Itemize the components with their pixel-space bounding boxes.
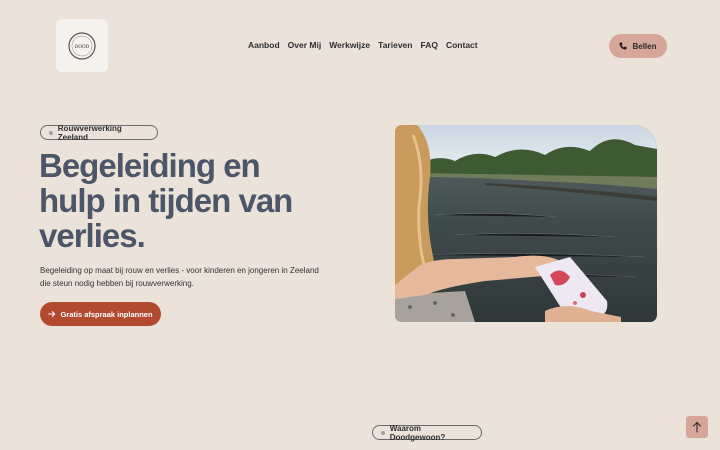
book-appointment-label: Gratis afspraak inplannen [60, 309, 153, 319]
book-appointment-button[interactable]: Gratis afspraak inplannen [40, 302, 161, 326]
nav-item-werkwijze[interactable]: Werkwijze [329, 40, 370, 50]
logo-emblem-icon: DOOD [68, 31, 96, 60]
call-button[interactable]: Bellen [609, 34, 667, 58]
nav-item-contact[interactable]: Contact [446, 40, 478, 50]
hero-subtext: Begeleiding op maat bij rouw en verlies … [40, 266, 319, 288]
hero-badge: Rouwverwerking Zeeland [40, 123, 158, 142]
section-badge: Waarom Doodgewoon? [372, 423, 482, 442]
logo[interactable]: DOOD [56, 19, 108, 72]
arrow-right-icon [48, 311, 56, 317]
nav-item-faq[interactable]: FAQ [420, 40, 437, 50]
hero-headline: Begeleiding en hulp in tijden van verlie… [39, 147, 293, 254]
phone-icon [619, 42, 627, 50]
svg-text:DOOD: DOOD [75, 45, 90, 50]
arrow-up-icon [692, 421, 702, 433]
back-to-top-button[interactable] [686, 416, 708, 438]
badge-dot-icon [381, 430, 385, 435]
hero-photo [395, 125, 657, 322]
section-badge-label: Waarom Doodgewoon? [389, 423, 446, 442]
call-button-label: Bellen [632, 41, 657, 51]
nav-item-tarieven[interactable]: Tarieven [378, 40, 412, 50]
hero-badge-label: Rouwverwerking Zeeland [57, 123, 122, 142]
main-nav: Aanbod Over Mij Werkwijze Tarieven FAQ C… [248, 40, 478, 50]
hero-photo-image [395, 125, 657, 322]
badge-dot-icon [49, 130, 53, 135]
nav-item-over-mij[interactable]: Over Mij [288, 40, 322, 50]
nav-item-aanbod[interactable]: Aanbod [248, 40, 280, 50]
